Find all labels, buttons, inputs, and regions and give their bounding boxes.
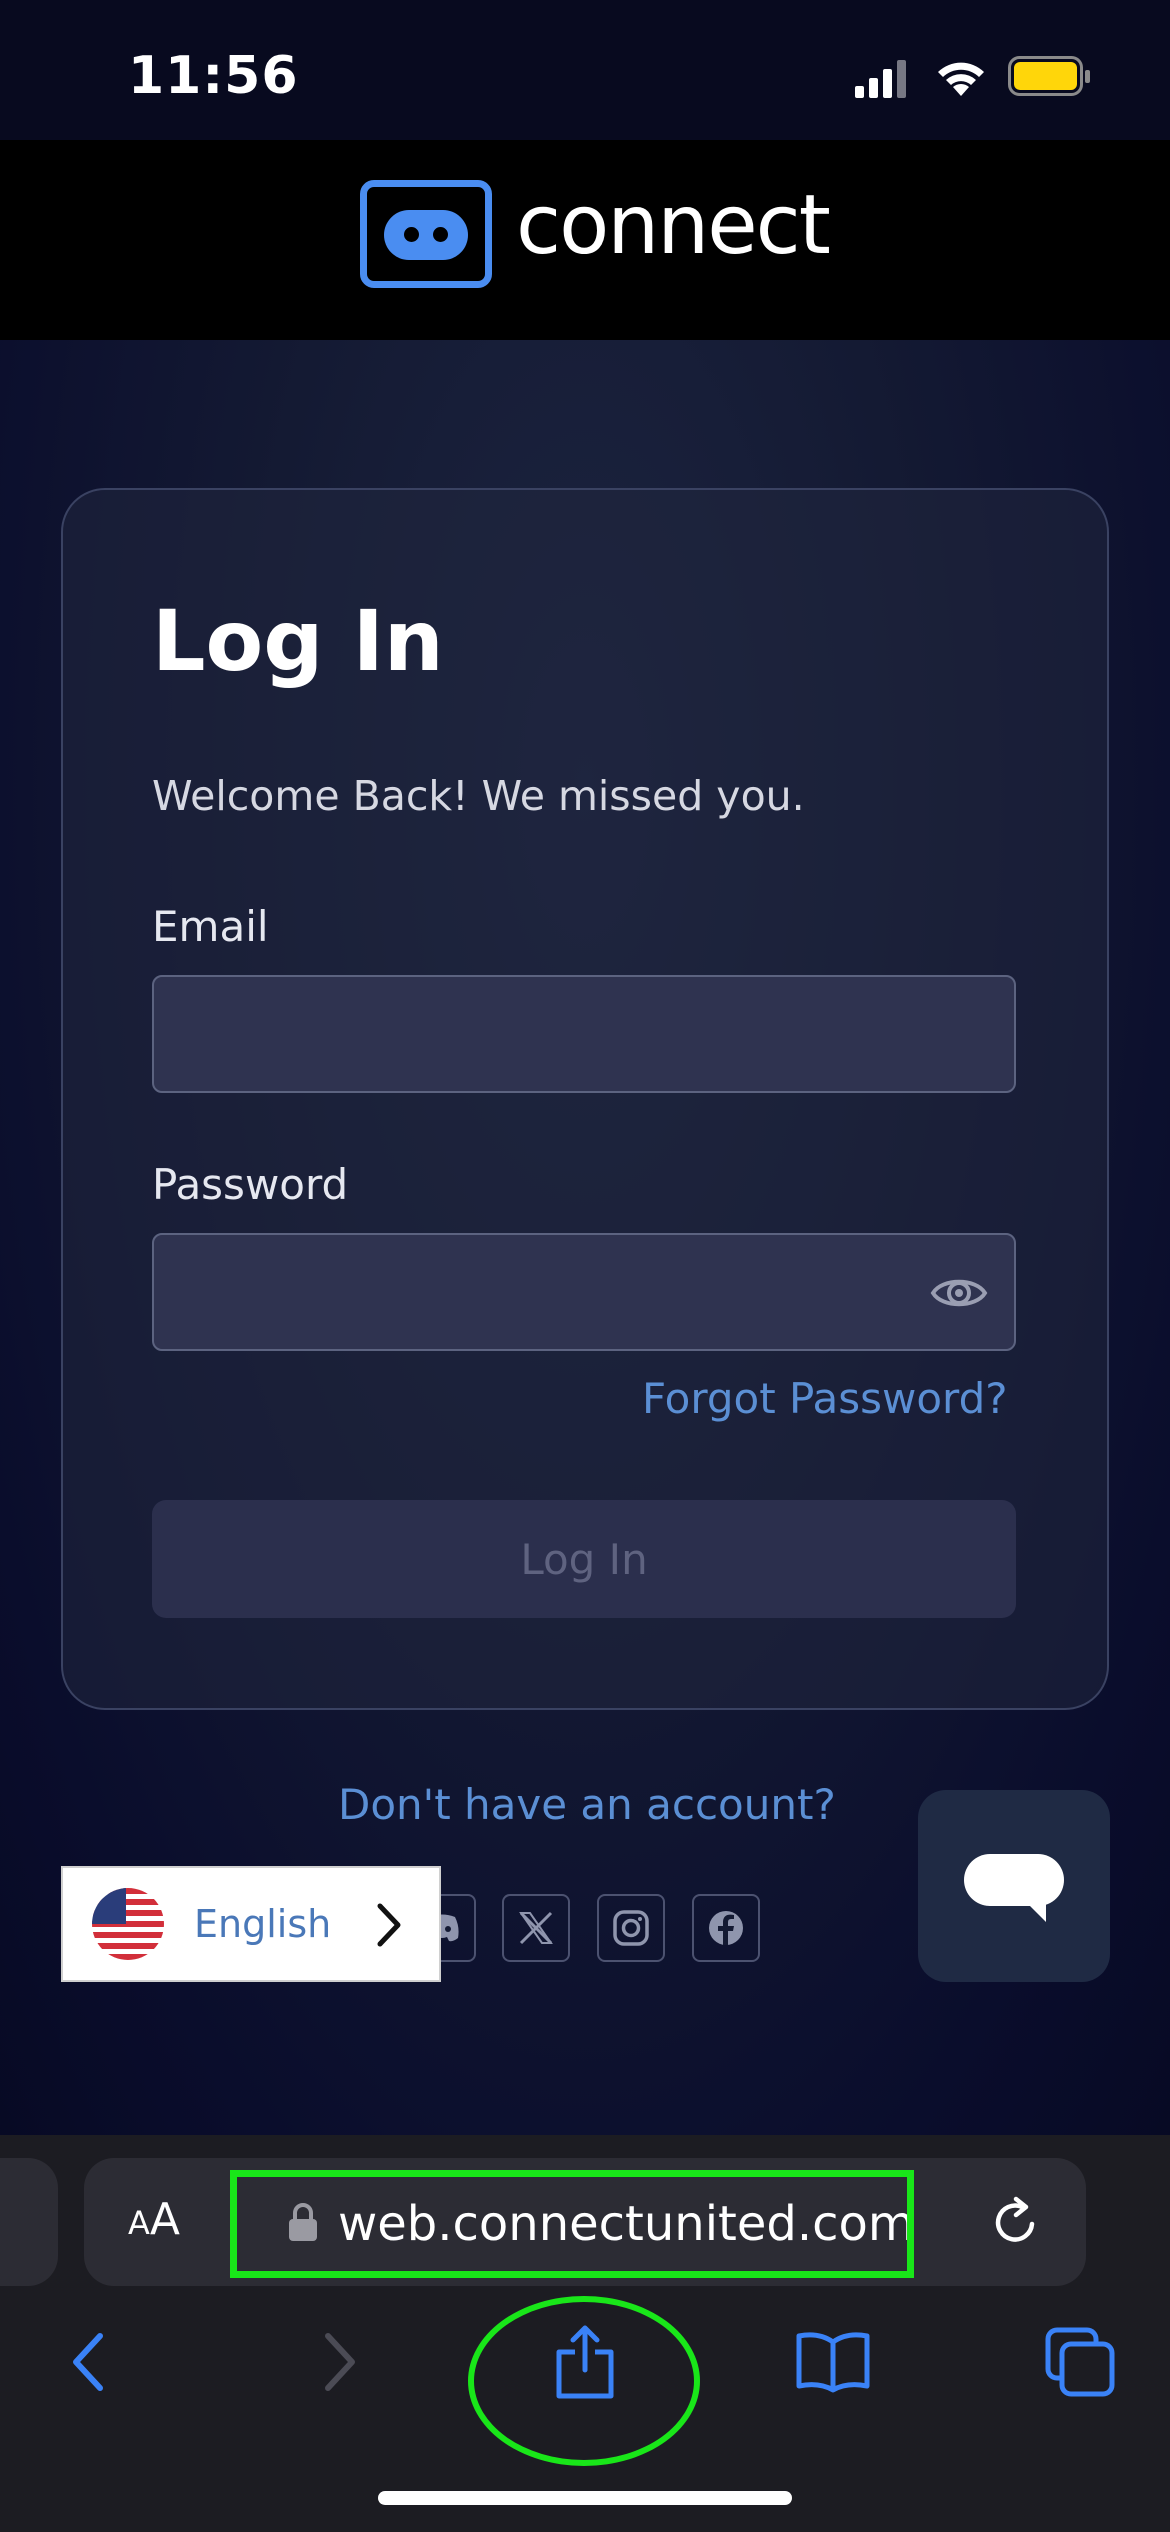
email-label: Email (152, 902, 269, 951)
facebook-icon[interactable] (692, 1894, 760, 1962)
chat-button[interactable] (918, 1790, 1110, 1982)
bookmarks-icon (796, 2332, 870, 2393)
password-field[interactable] (152, 1233, 1016, 1351)
cellular-signal-icon (855, 60, 906, 98)
instagram-icon[interactable] (597, 1894, 665, 1962)
signup-link[interactable]: Don't have an account? (338, 1780, 836, 1829)
logo-text[interactable]: connect (516, 178, 831, 273)
wifi-icon (938, 62, 984, 96)
email-field[interactable] (152, 975, 1016, 1093)
share-highlight-annotation (468, 2296, 700, 2466)
forward-icon (325, 2333, 355, 2391)
back-button[interactable] (48, 2322, 128, 2402)
forgot-password-link[interactable]: Forgot Password? (642, 1374, 1008, 1423)
welcome-text: Welcome Back! We missed you. (152, 772, 805, 820)
chevron-right-icon (377, 1903, 401, 1947)
battery-icon (1008, 56, 1090, 96)
x-icon[interactable] (502, 1894, 570, 1962)
status-time: 11:56 (128, 46, 299, 106)
reload-icon[interactable] (988, 2194, 1044, 2250)
tabs-icon (1045, 2327, 1115, 2397)
login-button[interactable]: Log In (152, 1500, 1016, 1618)
us-flag-icon (92, 1888, 164, 1960)
forward-button[interactable] (300, 2322, 380, 2402)
chat-bubble-icon (964, 1854, 1064, 1922)
logo-eye (384, 210, 468, 260)
url-highlight-annotation (230, 2170, 914, 2278)
text-size-small-a: A (128, 2204, 150, 2242)
text-size-large-a: A (149, 2194, 180, 2245)
password-label: Password (152, 1160, 349, 1209)
eye-icon[interactable] (930, 1264, 988, 1322)
bookmarks-button[interactable] (793, 2322, 873, 2402)
login-button-label: Log In (520, 1534, 648, 1584)
language-label: English (194, 1902, 332, 1946)
back-icon (73, 2333, 103, 2391)
home-indicator[interactable] (378, 2491, 792, 2505)
page-title: Log In (152, 592, 444, 690)
previous-tab-preview[interactable] (0, 2158, 58, 2286)
tabs-button[interactable] (1040, 2322, 1120, 2402)
text-size-button[interactable]: AA (128, 2194, 180, 2245)
